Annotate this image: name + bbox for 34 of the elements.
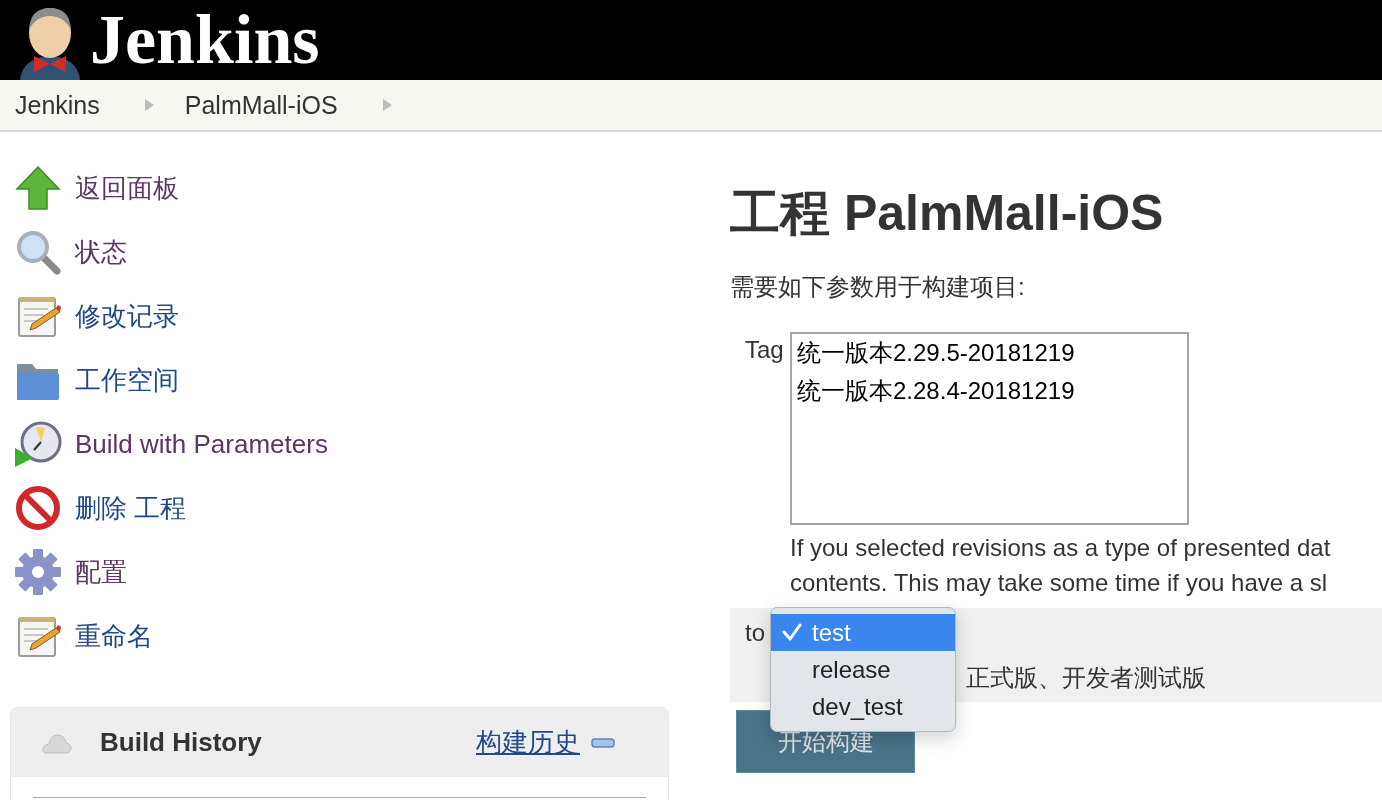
- sidebar-link[interactable]: 删除 工程: [75, 490, 187, 526]
- sidebar-link[interactable]: 返回面板: [75, 170, 179, 206]
- dropdown-option[interactable]: test: [771, 614, 955, 651]
- page-title: 工程 PalmMall-iOS: [730, 184, 1164, 243]
- no-entry-icon[interactable]: [14, 484, 62, 532]
- build-history-title: Build History: [100, 727, 262, 758]
- tag-listbox[interactable]: 统一版本2.29.5-20181219 统一版本2.28.4-20181219: [790, 332, 1189, 525]
- minus-icon[interactable]: [591, 737, 615, 748]
- build-history-link[interactable]: 构建历史: [476, 725, 580, 760]
- sidebar-link[interactable]: 修改记录: [75, 298, 179, 334]
- sidebar-link[interactable]: 重命名: [75, 618, 153, 654]
- parameter-label: to: [745, 619, 765, 646]
- listbox-option[interactable]: 统一版本2.29.5-20181219: [792, 334, 1187, 372]
- parameter-description: 正式版、开发者测试版: [966, 663, 1206, 693]
- sidebar-link[interactable]: 状态: [75, 234, 127, 270]
- dropdown-option[interactable]: release: [771, 651, 955, 688]
- breadcrumb-arrow-icon[interactable]: [144, 99, 154, 111]
- gear-icon[interactable]: [14, 548, 62, 596]
- parameter-label: Tag: [745, 336, 784, 363]
- check-icon: [782, 623, 802, 641]
- arrow-up-icon[interactable]: [14, 164, 62, 212]
- listbox-option[interactable]: 统一版本2.28.4-20181219: [792, 372, 1187, 410]
- cloud-icon: [42, 731, 72, 754]
- sidebar-link[interactable]: Build with Parameters: [75, 428, 328, 460]
- jenkins-logo-text[interactable]: Jenkins: [90, 0, 320, 80]
- intro-text: 需要如下参数用于构建项目:: [730, 272, 1025, 302]
- parameter-description: If you selected revisions as a type of presented dat contents. This may take some time if you have a sl: [790, 533, 1331, 598]
- breadcrumb-link[interactable]: Jenkins: [15, 90, 100, 120]
- breadcrumb-link[interactable]: PalmMall-iOS: [184, 90, 338, 120]
- clock-play-icon[interactable]: [14, 420, 62, 468]
- breadcrumb-arrow-icon[interactable]: [382, 99, 392, 111]
- sidebar-link[interactable]: 工作空间: [75, 362, 179, 398]
- sidebar-link[interactable]: 配置: [75, 554, 127, 590]
- magnifier-icon[interactable]: [14, 228, 62, 276]
